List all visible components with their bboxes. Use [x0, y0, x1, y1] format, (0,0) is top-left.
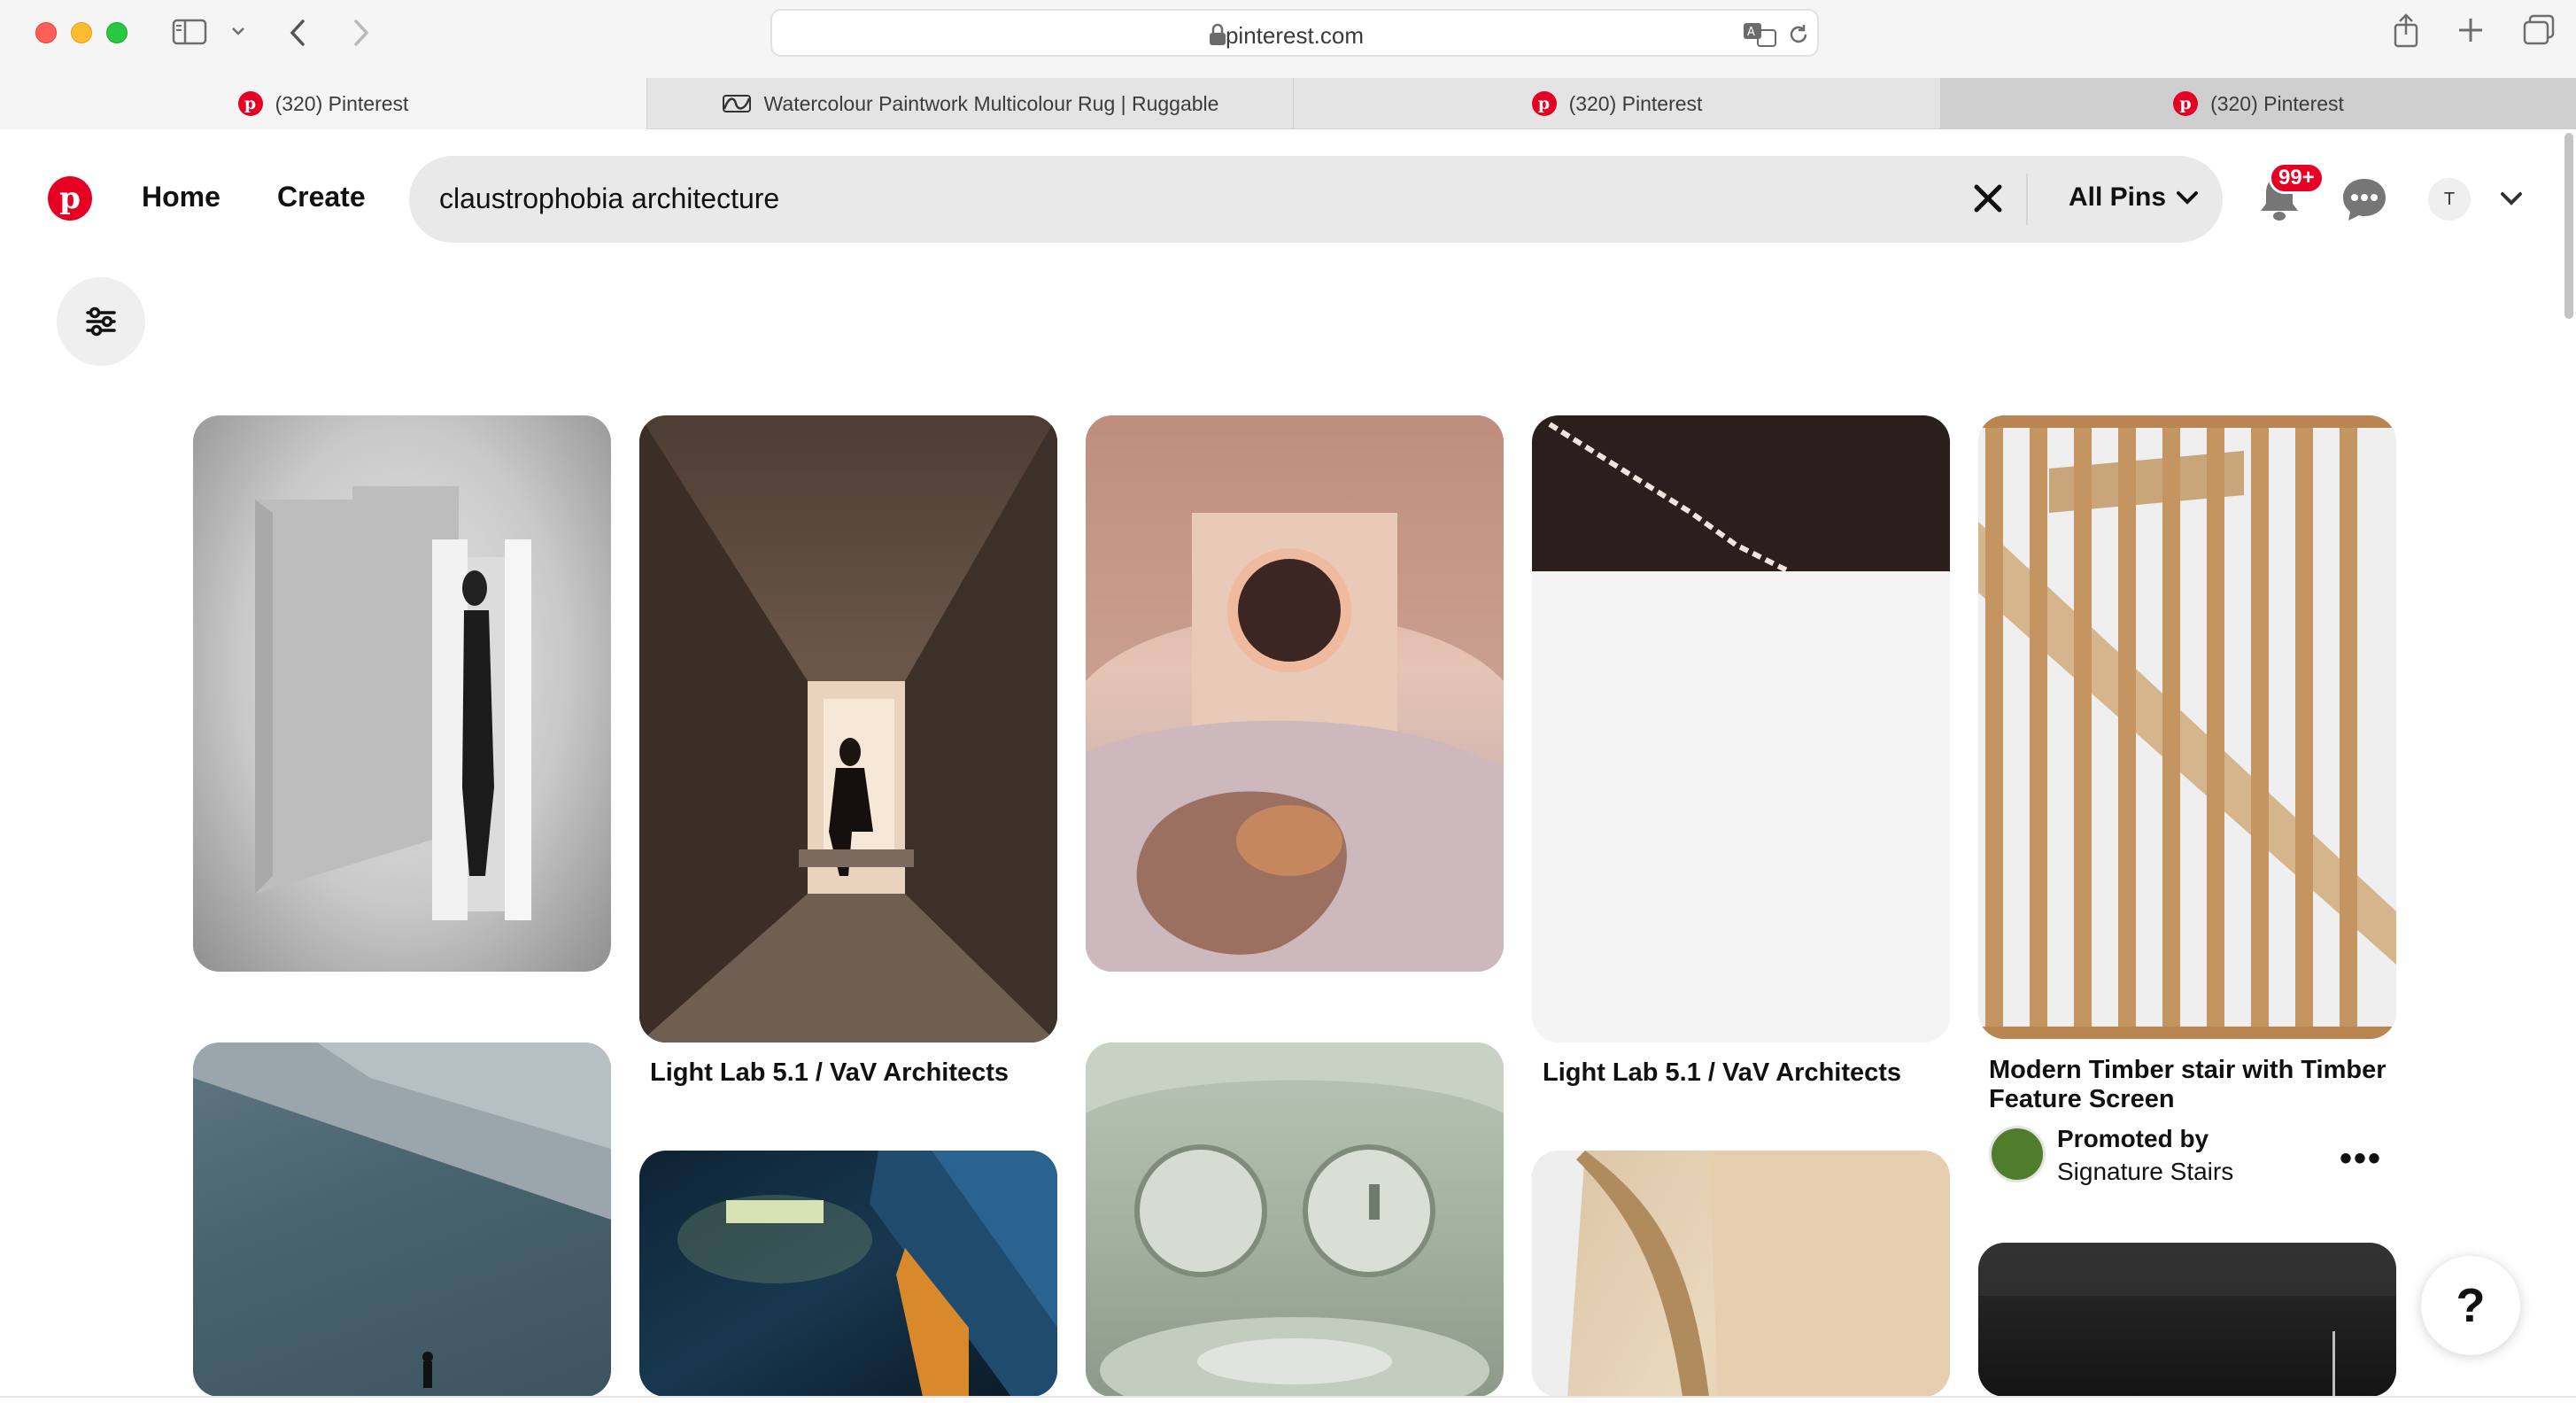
translate-icon[interactable]: A — [1743, 21, 1778, 48]
pin-type-dropdown[interactable]: All Pins — [2069, 182, 2200, 213]
ruggable-icon — [722, 95, 751, 112]
window-minimize-button[interactable] — [71, 22, 92, 43]
browser-titlebar: pinterest.com A — [0, 0, 2576, 78]
tab-pinterest-3[interactable]: p (320) Pinterest — [1941, 78, 2576, 129]
bottom-divider — [0, 1396, 2576, 1398]
tab-pinterest-2[interactable]: p (320) Pinterest — [1294, 78, 1941, 129]
share-icon[interactable] — [2391, 12, 2421, 48]
url-text: pinterest.com — [1225, 22, 1365, 49]
pinterest-logo[interactable]: p — [48, 176, 92, 221]
messages-icon[interactable] — [2340, 176, 2388, 222]
pin-image — [1978, 415, 2396, 1039]
pin-image — [1978, 1243, 2396, 1397]
pin-green-interior[interactable] — [1086, 1043, 1504, 1397]
search-input[interactable]: claustrophobia architecture — [439, 182, 779, 215]
pin-title-line: Feature Screen — [1989, 1085, 2175, 1113]
pin-image — [1086, 1043, 1504, 1397]
tab-title: (320) Pinterest — [275, 91, 409, 115]
pinterest-icon: p — [2173, 91, 2199, 116]
address-bar[interactable]: pinterest.com A — [770, 9, 1819, 57]
window-zoom-button[interactable] — [106, 22, 128, 43]
tab-pinterest-1[interactable]: p (320) Pinterest — [0, 78, 647, 129]
pinterest-icon: p — [237, 91, 263, 116]
pin-light-lab-tunnel[interactable] — [639, 415, 1057, 1043]
pin-title[interactable]: Light Lab 5.1 / VaV Architects — [1543, 1058, 1901, 1088]
pin-dark-stairwell[interactable] — [639, 1151, 1057, 1397]
help-button[interactable]: ? — [2421, 1256, 2520, 1355]
pin-image — [677, 1151, 1057, 1397]
more-options-button[interactable]: ••• — [2340, 1139, 2382, 1179]
page-scrollbar[interactable] — [2564, 133, 2573, 319]
tab-title: Watercolour Paintwork Multicolour Rug | … — [763, 91, 1219, 115]
sliders-icon — [86, 306, 116, 337]
pinterest-icon: p — [1531, 91, 1557, 116]
nav-create[interactable]: Create — [277, 181, 366, 213]
pin-concrete-water[interactable] — [193, 1043, 611, 1397]
clear-search-icon[interactable] — [1968, 178, 2008, 219]
tab-ruggable[interactable]: Watercolour Paintwork Multicolour Rug | … — [647, 78, 1294, 129]
chevron-down-icon — [2177, 191, 2199, 205]
pin-wood-curve[interactable] — [1532, 1151, 1950, 1397]
tab-title: (320) Pinterest — [1568, 91, 1703, 115]
pin-timber-stair[interactable] — [1978, 415, 2396, 1039]
pin-title[interactable]: Modern Timber stair with Timber Feature … — [1989, 1056, 2386, 1114]
promoted-label: Promoted by — [2057, 1125, 2209, 1152]
new-tab-icon[interactable] — [2456, 16, 2485, 44]
pin-image — [1086, 415, 1504, 972]
pin-title[interactable]: Light Lab 5.1 / VaV Architects — [650, 1058, 1009, 1088]
pin-title-line: Modern Timber stair with Timber — [1989, 1056, 2386, 1084]
filter-button[interactable] — [57, 277, 145, 366]
search-bar[interactable]: claustrophobia architecture All Pins — [409, 156, 2223, 243]
forward-icon[interactable] — [347, 18, 374, 48]
tab-overview-icon[interactable] — [2522, 14, 2556, 46]
tab-bar: p (320) Pinterest Watercolour Paintwork … — [0, 78, 2576, 129]
pin-image — [1532, 1151, 1950, 1397]
pin-dark-pole[interactable] — [1978, 1243, 2396, 1397]
pin-image — [193, 1043, 611, 1397]
pin-image — [255, 486, 531, 920]
pin-white-box-figure[interactable] — [193, 415, 611, 972]
pin-image — [1532, 415, 1950, 1043]
advertiser-avatar[interactable] — [1989, 1126, 2046, 1182]
nav-home[interactable]: Home — [142, 181, 220, 213]
notifications-badge: 99+ — [2269, 162, 2325, 194]
avatar[interactable]: T — [2428, 178, 2471, 221]
pin-light-lab-strip[interactable] — [1532, 415, 1950, 1043]
tab-title: (320) Pinterest — [2210, 91, 2344, 115]
pin-type-label: All Pins — [2069, 182, 2167, 212]
advertiser-name[interactable]: Signature Stairs — [2057, 1158, 2233, 1186]
window-close-button[interactable] — [35, 22, 57, 43]
account-chevron-icon[interactable] — [2499, 190, 2524, 207]
pin-eclipse-pool[interactable] — [1086, 415, 1504, 972]
sidebar-toggle-icon[interactable] — [172, 18, 207, 46]
chevron-down-icon[interactable] — [230, 25, 246, 37]
back-icon[interactable] — [285, 18, 312, 48]
reload-icon[interactable] — [1787, 23, 1810, 46]
search-divider — [2026, 174, 2028, 225]
pin-image — [639, 415, 1057, 1043]
svg-text:A: A — [1747, 26, 1755, 39]
